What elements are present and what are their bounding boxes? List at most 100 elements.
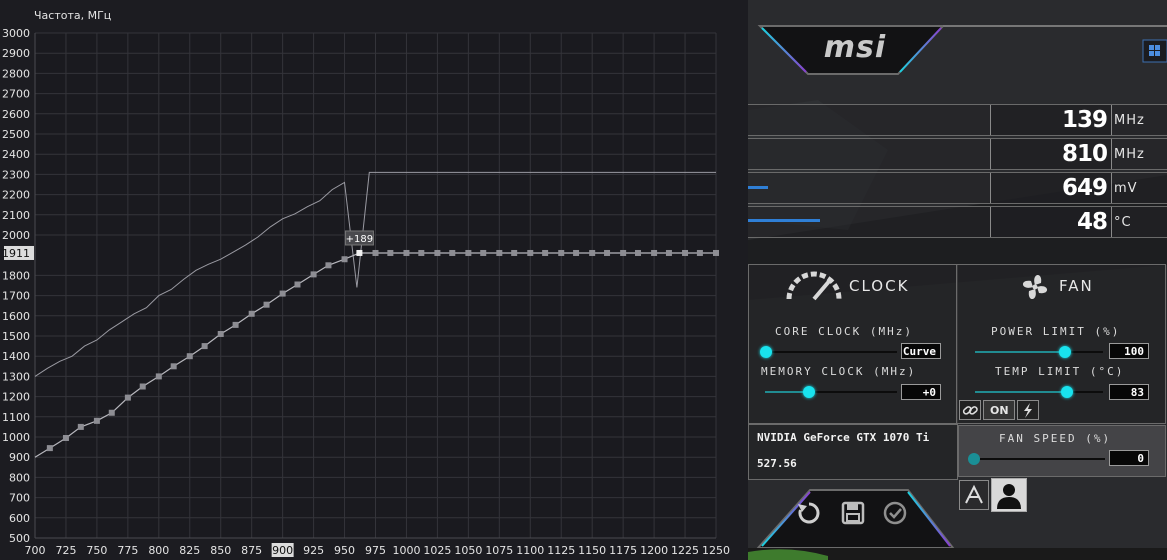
- curve-point: [434, 249, 441, 256]
- core-clock-slider[interactable]: [765, 351, 897, 353]
- memory-clock-unit: MHz: [1114, 147, 1145, 162]
- voltage-frequency-curve-chart[interactable]: 3000 2900 2800 2700 2600 2500 2400 2300 2200 2100…: [0, 0, 748, 560]
- y-tick-label: 1400: [2, 350, 30, 363]
- curve-point: [558, 249, 565, 256]
- power-limit-slider-knob[interactable]: [1059, 346, 1071, 358]
- curve-point: [170, 363, 177, 370]
- curve-point: [496, 249, 503, 256]
- curve-point: [279, 290, 286, 297]
- clock-panel: CLOCK CORE CLOCK (MHz) Curve MEMORY CLOC…: [748, 264, 958, 424]
- x-tick-label: 1225: [671, 544, 699, 557]
- curve-point: [248, 310, 255, 317]
- curve-point: [372, 249, 379, 256]
- y-tick-label: 600: [9, 512, 30, 525]
- memory-clock-input[interactable]: +0: [901, 384, 941, 400]
- x-tick-label: 1125: [547, 544, 575, 557]
- y-tick-label: 2900: [2, 47, 30, 60]
- curve-point: [620, 249, 627, 256]
- y-tick-label: 2200: [2, 189, 30, 202]
- y-tick-label: 2300: [2, 168, 30, 181]
- fan-user-button[interactable]: [991, 478, 1027, 512]
- fan-speed-slider[interactable]: [973, 458, 1105, 460]
- curve-point: [589, 249, 596, 256]
- x-tick-label: 875: [241, 544, 262, 557]
- curve-point: [139, 383, 146, 390]
- curve-point: [696, 249, 703, 256]
- link-on-button[interactable]: ON: [983, 400, 1015, 420]
- y-tick-label: 1300: [2, 370, 30, 383]
- curve-point: [77, 423, 84, 430]
- curve-point: [465, 249, 472, 256]
- curve-editor-title: Частота, МГц: [34, 9, 112, 22]
- temperature-value: 48: [1076, 209, 1108, 235]
- curve-point: [527, 249, 534, 256]
- afterburner-window: msi 139 MHz 810 MHz 649 mV 48 °C CLOCK C…: [748, 0, 1167, 560]
- y-tick-label: 1911: [2, 247, 30, 260]
- temp-limit-label: TEMP LIMIT (°C): [995, 365, 1125, 378]
- power-limit-slider-fill: [975, 351, 1059, 353]
- curve-point: [93, 417, 100, 424]
- lightning-icon: [1024, 403, 1032, 418]
- y-tick-label: 2800: [2, 67, 30, 80]
- temperature-unit: °C: [1114, 215, 1132, 230]
- fan-speed-slider-knob[interactable]: [968, 453, 980, 465]
- clock-title: CLOCK: [849, 277, 910, 295]
- x-tick-label: 1175: [609, 544, 637, 557]
- curve-point: [480, 249, 487, 256]
- curve-point: [341, 256, 348, 263]
- boost-button[interactable]: [1017, 400, 1039, 420]
- save-icon[interactable]: [840, 500, 866, 526]
- x-tick-label: 1000: [392, 544, 420, 557]
- monitor-voltage: 649 mV: [748, 172, 1167, 204]
- curve-point: [511, 249, 518, 256]
- curve-point: [665, 249, 672, 256]
- monitor-core-clock: 139 MHz: [748, 104, 1167, 136]
- reset-icon[interactable]: [796, 500, 822, 526]
- temperature-bar: [748, 219, 820, 222]
- curve-point: [124, 394, 131, 401]
- x-tick-label: 825: [179, 544, 200, 557]
- power-limit-label: POWER LIMIT (%): [991, 325, 1121, 338]
- curve-point: [294, 281, 301, 288]
- curve-point: [651, 249, 658, 256]
- curve-point: [449, 249, 456, 256]
- x-tick-label: 700: [25, 544, 46, 557]
- selected-curve-point: [356, 249, 363, 256]
- apply-check-icon[interactable]: [882, 500, 908, 526]
- y-tick-label: 1500: [2, 330, 30, 343]
- link-button[interactable]: [959, 400, 981, 420]
- curve-point: [542, 249, 549, 256]
- core-clock-unit: MHz: [1114, 113, 1145, 128]
- fan-title: FAN: [1059, 277, 1094, 295]
- y-tick-label: 1100: [2, 411, 30, 424]
- core-clock-slider-knob[interactable]: [760, 346, 772, 358]
- x-tick-label: 725: [55, 544, 76, 557]
- y-tick-label: 1700: [2, 290, 30, 303]
- curve-point: [62, 435, 69, 442]
- x-tick-label: 1050: [454, 544, 482, 557]
- curve-point: [155, 373, 162, 380]
- temp-limit-input[interactable]: 83: [1109, 384, 1149, 400]
- gpu-info-panel: NVIDIA GeForce GTX 1070 Ti 527.56: [748, 424, 958, 480]
- memory-clock-slider-knob[interactable]: [803, 386, 815, 398]
- curve-point: [573, 249, 580, 256]
- curve-point: [186, 353, 193, 360]
- curve-point: [634, 249, 641, 256]
- fan-speed-input[interactable]: 0: [1109, 450, 1149, 466]
- fan-icon: [1023, 274, 1047, 300]
- temp-limit-slider-knob[interactable]: [1061, 386, 1073, 398]
- curve-point: [217, 330, 224, 337]
- curve-point: [604, 249, 611, 256]
- temp-limit-slider-fill: [975, 391, 1061, 393]
- fan-auto-button[interactable]: [959, 480, 989, 510]
- x-tick-label: 950: [334, 544, 355, 557]
- y-tick-label: 2400: [2, 148, 30, 161]
- x-tick-label: 850: [210, 544, 231, 557]
- memory-clock-label: MEMORY CLOCK (MHz): [761, 365, 917, 378]
- core-clock-input[interactable]: Curve: [901, 343, 941, 359]
- curve-point: [387, 249, 394, 256]
- x-tick-label: 1075: [485, 544, 513, 557]
- x-tick-label: 750: [86, 544, 107, 557]
- power-limit-input[interactable]: 100: [1109, 343, 1149, 359]
- x-tick-label: 800: [148, 544, 169, 557]
